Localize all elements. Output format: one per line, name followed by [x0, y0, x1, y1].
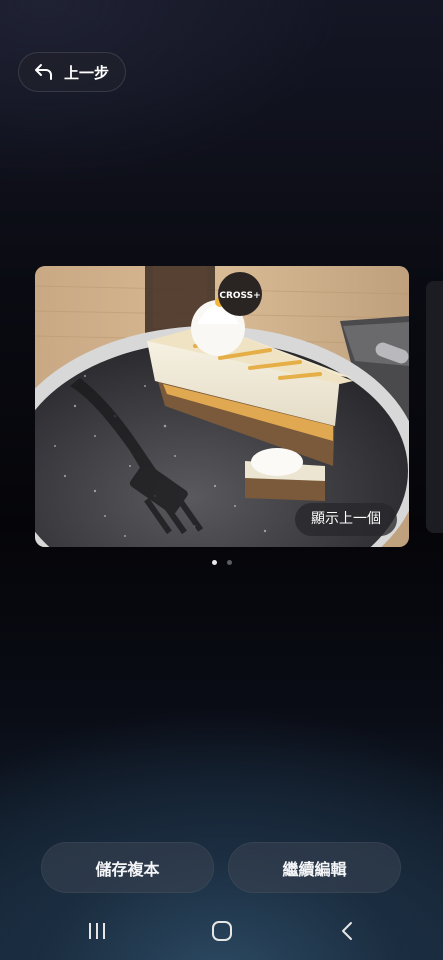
continue-edit-button[interactable]: 繼續編輯	[228, 842, 401, 893]
recent-apps-icon[interactable]	[86, 920, 108, 946]
page-indicator	[0, 560, 443, 565]
cake-logo-text: CROSS+	[219, 291, 260, 301]
page-dot-active	[211, 560, 217, 565]
system-nav-bar	[0, 912, 443, 952]
back-label: 上一步	[64, 63, 110, 82]
show-previous-button[interactable]: 顯示上一個	[295, 503, 397, 536]
undo-arrow-icon	[34, 63, 54, 81]
back-chevron-icon[interactable]	[337, 920, 357, 946]
next-card-peek[interactable]	[426, 281, 443, 533]
home-icon[interactable]	[210, 920, 234, 946]
back-button[interactable]: 上一步	[18, 52, 126, 92]
save-copy-button[interactable]: 儲存複本	[41, 842, 214, 893]
photo-preview[interactable]: CROSS+ 顯示上一個	[35, 266, 409, 547]
page-dot	[226, 560, 232, 565]
